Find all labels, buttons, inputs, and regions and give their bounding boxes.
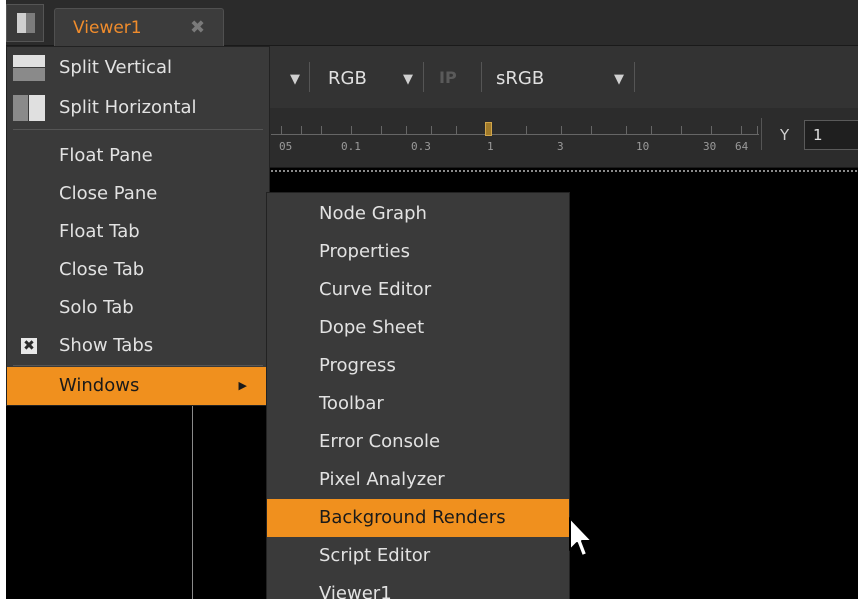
menu-item-label: Pixel Analyzer (319, 469, 445, 490)
split-vertical-icon (13, 55, 45, 81)
menu-item-label: Script Editor (319, 545, 431, 566)
tick-label: 64 (735, 140, 749, 153)
menu-item-properties[interactable]: Properties (267, 233, 569, 271)
menu-item-label: Float Tab (59, 221, 140, 242)
menu-separator (13, 365, 263, 366)
colorspace-select[interactable]: sRGB (496, 68, 544, 89)
gain-slider[interactable]: 05 0.1 0.3 1 3 10 30 64 (271, 114, 759, 154)
viewer-guide-line (192, 400, 193, 599)
nuke-viewer-window: Viewer1 ✖ ▼ RGB ▼ IP sRGB ▼ 05 0.1 0.3 1… (6, 0, 858, 599)
menu-separator (13, 129, 263, 130)
tick-label: 0.1 (341, 140, 361, 153)
menu-item-close-tab[interactable]: Close Tab (7, 251, 269, 289)
menu-item-background-renders[interactable]: Background Renders (267, 499, 569, 537)
tick-label: 1 (487, 140, 494, 153)
tick-label: 05 (279, 140, 293, 153)
slider-handle[interactable] (485, 122, 492, 136)
y-label: Y (780, 126, 790, 144)
menu-item-label: Properties (319, 241, 410, 262)
menu-item-label: Split Vertical (59, 57, 173, 78)
menu-item-label: Dope Sheet (319, 317, 425, 338)
menu-item-show-tabs[interactable]: ✖ Show Tabs (7, 327, 269, 365)
menu-item-label: Node Graph (319, 203, 427, 224)
menu-item-label: Solo Tab (59, 297, 134, 318)
menu-item-label: Close Pane (59, 183, 158, 204)
menu-item-curve-editor[interactable]: Curve Editor (267, 271, 569, 309)
menu-item-dope-sheet[interactable]: Dope Sheet (267, 309, 569, 347)
divider (761, 118, 762, 150)
menu-item-float-tab[interactable]: Float Tab (7, 213, 269, 251)
submenu-arrow-icon: ▶ (238, 379, 247, 392)
tick-label: 0.3 (411, 140, 431, 153)
menu-item-label: Split Horizontal (59, 97, 197, 118)
colorspace-dropdown-icon[interactable]: ▼ (614, 72, 624, 87)
menu-item-windows[interactable]: Windows ▶ (7, 367, 269, 405)
checkbox-checked-icon: ✖ (21, 338, 37, 354)
menu-item-pixel-analyzer[interactable]: Pixel Analyzer (267, 461, 569, 499)
input-process-button[interactable]: IP (439, 68, 457, 87)
tick-label: 30 (703, 140, 717, 153)
pane-menu-button[interactable] (6, 4, 44, 42)
tab-bar: Viewer1 ✖ (6, 0, 858, 46)
divider (309, 62, 310, 92)
mouse-pointer-icon (569, 517, 593, 557)
pane-layout-icon (17, 13, 26, 33)
tick-label: 10 (636, 140, 650, 153)
menu-item-label: Float Pane (59, 145, 153, 166)
menu-item-split-horizontal[interactable]: Split Horizontal (7, 89, 269, 127)
menu-item-label: Background Renders (319, 507, 506, 528)
menu-item-viewer1[interactable]: Viewer1 (267, 575, 569, 599)
channel-dropdown-icon[interactable]: ▼ (403, 72, 413, 87)
menu-item-label: Toolbar (319, 393, 384, 414)
menu-item-split-vertical[interactable]: Split Vertical (7, 49, 269, 87)
menu-item-float-pane[interactable]: Float Pane (7, 137, 269, 175)
tab-viewer1[interactable]: Viewer1 ✖ (54, 8, 224, 46)
tick-label: 3 (557, 140, 564, 153)
y-value-input[interactable]: 1 (804, 120, 858, 150)
divider (423, 62, 424, 92)
menu-item-error-console[interactable]: Error Console (267, 423, 569, 461)
menu-item-close-pane[interactable]: Close Pane (7, 175, 269, 213)
menu-item-label: Curve Editor (319, 279, 432, 300)
menu-item-label: Show Tabs (59, 335, 154, 356)
menu-item-progress[interactable]: Progress (267, 347, 569, 385)
menu-item-label: Windows (59, 375, 140, 396)
divider (481, 62, 482, 92)
menu-item-label: Close Tab (59, 259, 145, 280)
dropdown-arrow-icon[interactable]: ▼ (290, 72, 300, 87)
tab-label: Viewer1 (73, 18, 142, 38)
divider (634, 62, 635, 92)
channel-select[interactable]: RGB (328, 68, 367, 89)
menu-item-script-editor[interactable]: Script Editor (267, 537, 569, 575)
windows-submenu: Node Graph Properties Curve Editor Dope … (266, 192, 570, 599)
menu-item-solo-tab[interactable]: Solo Tab (7, 289, 269, 327)
split-horizontal-icon (13, 95, 45, 121)
pane-context-menu: Split Vertical Split Horizontal Float Pa… (6, 46, 270, 406)
close-icon[interactable]: ✖ (190, 17, 205, 38)
menu-item-toolbar[interactable]: Toolbar (267, 385, 569, 423)
menu-item-label: Viewer1 (319, 583, 392, 599)
menu-item-label: Progress (319, 355, 396, 376)
menu-item-node-graph[interactable]: Node Graph (267, 195, 569, 233)
menu-item-label: Error Console (319, 431, 441, 452)
